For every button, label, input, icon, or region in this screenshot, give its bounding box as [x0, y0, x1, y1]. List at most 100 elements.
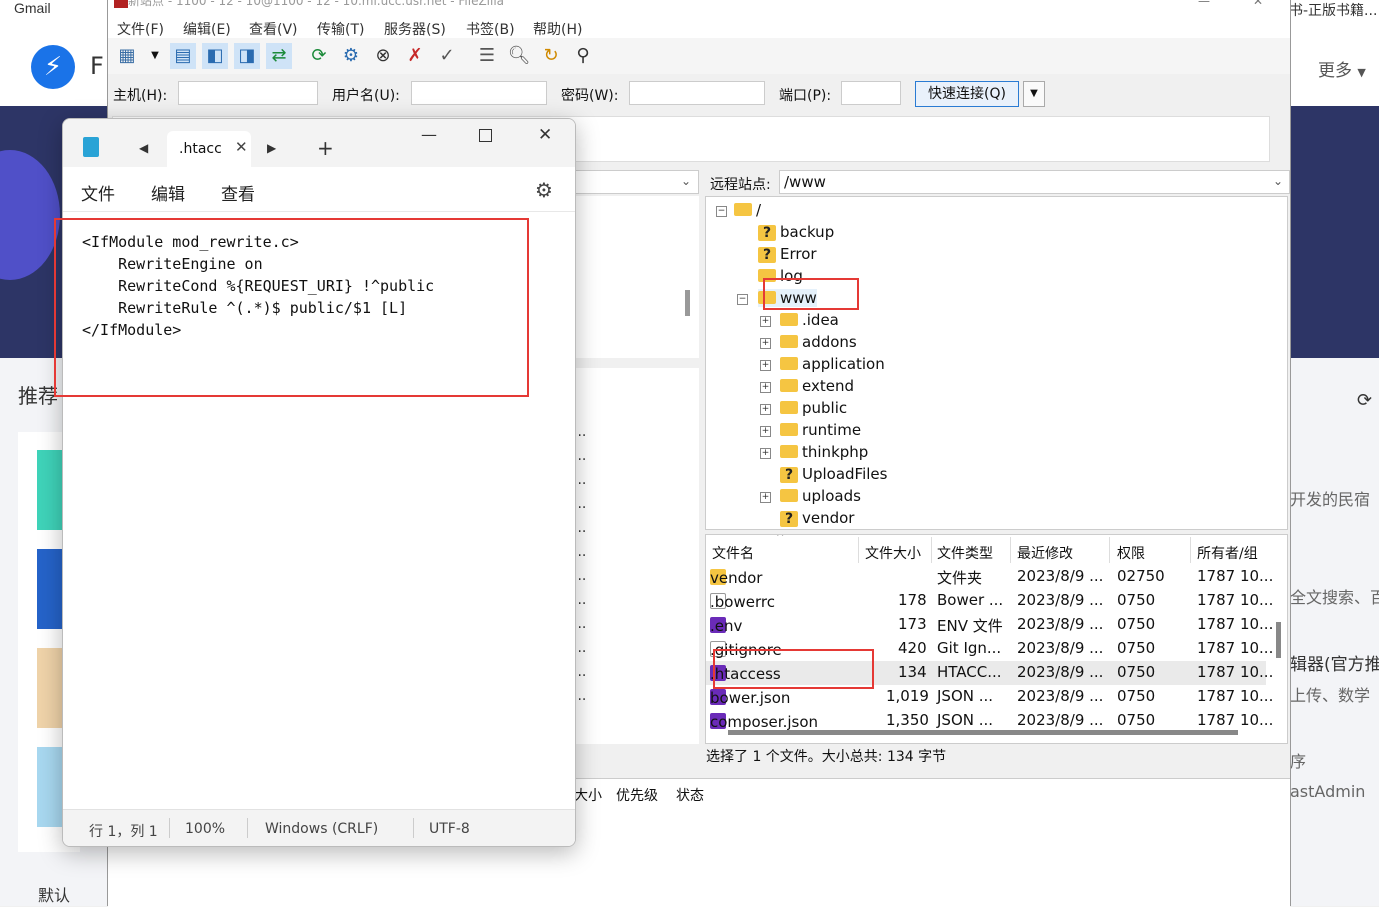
expand-icon[interactable]: +	[760, 316, 771, 327]
chevron-down-icon[interactable]: ⌄	[1273, 174, 1283, 188]
chevron-down-icon[interactable]: ⌄	[681, 174, 691, 188]
column-separator[interactable]	[1109, 537, 1110, 563]
column-separator[interactable]	[858, 537, 859, 563]
remote-path-input[interactable]: /www	[779, 170, 1290, 194]
refresh-icon[interactable]: ⟳	[306, 43, 332, 69]
close-tab-icon[interactable]: ✕	[235, 138, 248, 156]
menu-bookmarks[interactable]: 书签(B)	[466, 19, 515, 39]
card-thumbnail[interactable]	[37, 450, 63, 530]
file-row[interactable]: .env 173 ENV 文件 2023/8/9 ... 0750 1787 1…	[706, 613, 1273, 637]
tree-node-uploads[interactable]: uploads	[780, 487, 861, 505]
scroll-tabs-right-icon[interactable]: ▶	[267, 141, 276, 155]
expand-icon[interactable]: +	[760, 360, 771, 371]
directory-listing-filter-icon[interactable]: ☰	[474, 43, 500, 69]
expand-icon[interactable]: +	[760, 404, 771, 415]
expand-icon[interactable]: +	[760, 426, 771, 437]
notepad-menu-file[interactable]: 文件	[81, 180, 115, 205]
minimize-icon[interactable]: —	[421, 125, 437, 144]
column-header-size[interactable]: 文件大小	[865, 543, 921, 563]
local-tree-scrollbar[interactable]	[685, 290, 690, 316]
scroll-tabs-left-icon[interactable]: ◀	[139, 141, 148, 155]
collapse-icon[interactable]: −	[737, 294, 748, 305]
username-input[interactable]	[411, 81, 547, 105]
dropdown-arrow-icon[interactable]: ▼	[142, 43, 168, 69]
maximize-icon[interactable]	[479, 129, 492, 142]
toggle-log-icon[interactable]: ▤	[170, 43, 196, 69]
tree-node-addons[interactable]: addons	[780, 333, 857, 351]
expand-icon[interactable]: +	[760, 492, 771, 503]
port-input[interactable]	[841, 81, 901, 105]
browser-tab-title[interactable]: 书-正版书籍...	[1289, 0, 1377, 20]
column-separator[interactable]	[931, 537, 932, 563]
file-row[interactable]: .bowerrc 178 Bower ... 2023/8/9 ... 0750…	[706, 589, 1273, 613]
minimize-icon[interactable]: —	[1198, 0, 1210, 8]
column-header-modified[interactable]: 最近修改	[1017, 543, 1073, 563]
refresh-icon[interactable]: ⟳	[1357, 390, 1372, 411]
remote-list-scrollbar[interactable]	[1276, 622, 1281, 658]
menu-file[interactable]: 文件(F)	[117, 19, 164, 39]
queue-header-status[interactable]: 状态	[676, 785, 704, 805]
tree-node-error[interactable]: ? Error	[758, 245, 817, 263]
tree-node-thinkphp[interactable]: thinkphp	[780, 443, 868, 461]
toggle-queue-icon[interactable]: ⇄	[266, 43, 292, 69]
search-remote-icon[interactable]: ⚲	[570, 43, 596, 69]
menu-view[interactable]: 查看(V)	[249, 19, 298, 39]
password-input[interactable]	[629, 81, 765, 105]
remote-file-list[interactable]: ^ 文件名 文件大小 文件类型 最近修改 权限 所有者/组 vendor 文件夹…	[705, 534, 1288, 744]
collapse-icon[interactable]: −	[716, 206, 727, 217]
notepad-menu-view[interactable]: 查看	[221, 180, 255, 205]
cancel-icon[interactable]: ⊗	[370, 43, 396, 69]
column-header-type[interactable]: 文件类型	[937, 543, 993, 563]
menu-edit[interactable]: 编辑(E)	[183, 19, 231, 39]
new-tab-icon[interactable]: +	[317, 136, 334, 160]
local-file-list[interactable]	[575, 368, 699, 744]
card-thumbnail[interactable]	[37, 648, 63, 728]
menu-transfer[interactable]: 传输(T)	[317, 19, 364, 39]
process-queue-icon[interactable]: ⚙	[338, 43, 364, 69]
queue-header-size[interactable]: 大小	[574, 785, 602, 805]
tree-node-idea[interactable]: .idea	[780, 311, 839, 329]
expand-icon[interactable]: +	[760, 448, 771, 459]
quickconnect-history-dropdown[interactable]: ▼	[1023, 81, 1045, 107]
gmail-bookmark[interactable]: Gmail	[14, 0, 51, 16]
zoom-level[interactable]: 100%	[185, 821, 225, 837]
column-separator[interactable]	[1010, 537, 1011, 563]
column-separator[interactable]	[1190, 537, 1191, 563]
quickconnect-button[interactable]: 快速连接(Q)	[915, 81, 1019, 107]
expand-icon[interactable]: +	[760, 382, 771, 393]
encoding[interactable]: UTF-8	[429, 821, 470, 837]
host-input[interactable]	[178, 81, 318, 105]
column-header-owner[interactable]: 所有者/组	[1197, 543, 1258, 563]
site-manager-icon[interactable]: ▦	[114, 43, 140, 69]
close-icon[interactable]: ✕	[1253, 0, 1263, 8]
reconnect-icon[interactable]: ✓	[434, 43, 460, 69]
tree-node-application[interactable]: application	[780, 355, 885, 373]
tree-node-public[interactable]: public	[780, 399, 847, 417]
tree-node-extend[interactable]: extend	[780, 377, 854, 395]
toggle-remote-tree-icon[interactable]: ◨	[234, 43, 260, 69]
menu-help[interactable]: 帮助(H)	[533, 19, 582, 39]
disconnect-icon[interactable]: ✗	[402, 43, 428, 69]
tree-node-root[interactable]: /	[734, 201, 761, 219]
settings-gear-icon[interactable]: ⚙	[535, 178, 553, 202]
expand-icon[interactable]: +	[760, 338, 771, 349]
close-window-icon[interactable]: ✕	[538, 125, 552, 145]
toggle-local-tree-icon[interactable]: ◧	[202, 43, 228, 69]
card-thumbnail[interactable]	[37, 549, 63, 629]
file-row[interactable]: vendor 文件夹 2023/8/9 ... 02750 1787 10...	[706, 565, 1273, 589]
tree-node-runtime[interactable]: runtime	[780, 421, 861, 439]
tree-node-vendor[interactable]: ? vendor	[780, 509, 854, 527]
default-sort-tab[interactable]: 默认	[38, 882, 70, 906]
sync-browse-icon[interactable]: ↻	[538, 43, 564, 69]
site-logo-icon[interactable]: ⚡	[31, 45, 75, 89]
column-header-permissions[interactable]: 权限	[1117, 543, 1145, 563]
file-tab[interactable]: .htacc ✕	[167, 131, 251, 167]
line-ending[interactable]: Windows (CRLF)	[265, 821, 378, 837]
notepad-menu-edit[interactable]: 编辑	[151, 180, 185, 205]
column-header-filename[interactable]: 文件名	[712, 543, 754, 563]
more-menu[interactable]: 更多 ▼	[1318, 56, 1366, 81]
local-tree[interactable]	[575, 196, 699, 358]
tree-node-uploadfiles[interactable]: ? UploadFiles	[780, 465, 887, 483]
queue-header-priority[interactable]: 优先级	[616, 785, 658, 805]
card-thumbnail[interactable]	[37, 747, 63, 827]
